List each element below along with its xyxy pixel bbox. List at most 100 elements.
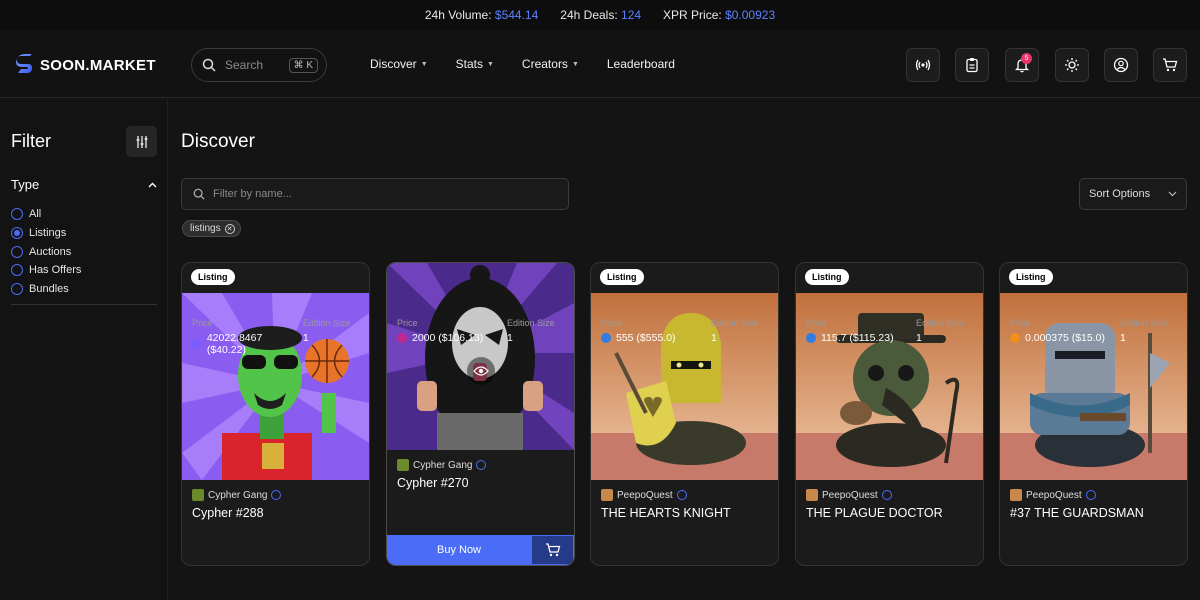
stats-ticker: 24h Volume: $544.14 24h Deals: 124 XPR P…	[0, 0, 1200, 30]
menu-stats[interactable]: Stats ▼	[456, 57, 494, 71]
nft-card[interactable]: Listing PeepoQuest THE PLAGUE DOCTOR Pri…	[795, 262, 984, 566]
type-option-bundles[interactable]: Bundles	[11, 280, 81, 299]
xpr-price-stat: XPR Price: $0.00923	[663, 8, 776, 22]
nft-card[interactable]: Cypher Gang Cypher #270 Price 2000 ($106.…	[386, 262, 575, 566]
verified-icon	[476, 460, 487, 470]
search-shortcut: ⌘ K	[288, 57, 318, 73]
radio-button	[11, 283, 23, 296]
menu-leaderboard[interactable]: Leaderboard	[607, 57, 675, 71]
nft-name[interactable]: Cypher #288	[192, 506, 359, 520]
edition-value: 1	[1120, 332, 1126, 344]
chevron-down-icon: ▼	[571, 60, 579, 68]
radio-button	[11, 245, 23, 258]
price-value: 115.7 ($115.23)	[821, 332, 894, 344]
card-meta: Price 42022.8467 ($40.22) Edition Size 1	[192, 318, 360, 356]
card-info: Cypher Gang Cypher #270	[387, 450, 574, 490]
card-info: PeepoQuest THE HEARTS KNIGHT	[591, 480, 778, 520]
menu-creators[interactable]: Creators ▼	[522, 57, 579, 71]
filter-sidebar: Filter Type All Listings Auctions Has Of…	[0, 99, 168, 600]
collection-link[interactable]: PeepoQuest	[806, 489, 973, 501]
edition-value: 1	[507, 332, 513, 344]
eye-icon	[473, 366, 489, 376]
chevron-down-icon: ▼	[486, 60, 494, 68]
verified-icon	[1085, 490, 1096, 500]
sun-icon	[1065, 58, 1079, 72]
deals-stat: 24h Deals: 124	[560, 8, 642, 22]
main-menu: Discover ▼ Stats ▼ Creators ▼ Leaderboard	[370, 57, 675, 71]
type-filter-header[interactable]: Type	[11, 177, 157, 192]
token-icon	[192, 339, 202, 349]
clipboard-icon	[966, 58, 978, 73]
collection-link[interactable]: Cypher Gang	[192, 489, 359, 501]
tag-label: listings	[190, 223, 221, 234]
theme-toggle-button[interactable]	[1055, 48, 1089, 82]
filter-settings-button[interactable]	[126, 126, 157, 157]
activity-button[interactable]	[955, 48, 989, 82]
card-meta: Price 2000 ($106.13) Edition Size 1	[397, 318, 565, 344]
collection-link[interactable]: PeepoQuest	[1010, 489, 1177, 501]
sort-label: Sort Options	[1089, 188, 1151, 200]
collection-avatar	[192, 489, 204, 501]
token-icon	[806, 333, 816, 343]
verified-icon	[676, 490, 687, 500]
card-meta: Price 0.000375 ($15.0) Edition Size 1	[1010, 318, 1178, 344]
search-box[interactable]: Search ⌘ K	[191, 48, 327, 82]
nft-name[interactable]: THE PLAGUE DOCTOR	[806, 506, 973, 520]
listing-badge: Listing	[191, 269, 235, 285]
token-icon	[601, 333, 611, 343]
type-option-has-offers[interactable]: Has Offers	[11, 261, 81, 280]
notification-count-badge: 5	[1021, 53, 1032, 64]
radio-button-selected	[11, 227, 23, 240]
nft-card[interactable]: Listing PeepoQuest #37 THE GUARDSMAN Pri…	[999, 262, 1188, 566]
top-nav: SOON.MARKET Search ⌘ K Discover ▼ Stats ▼ …	[0, 30, 1200, 98]
cart-icon	[1163, 58, 1178, 72]
notifications-button[interactable]: 5	[1005, 48, 1039, 82]
price-value: 0.000375 ($15.0)	[1025, 332, 1105, 344]
collection-link[interactable]: Cypher Gang	[397, 459, 564, 471]
price-value: 2000 ($106.13)	[412, 332, 484, 344]
nft-card[interactable]: Listing Cypher Gang Cypher #288 Price 420…	[181, 262, 370, 566]
listing-badge: Listing	[805, 269, 849, 285]
add-to-cart-button[interactable]	[531, 535, 574, 565]
search-icon	[193, 188, 205, 200]
price-value: 555 ($555.0)	[616, 332, 676, 344]
token-icon	[1010, 333, 1020, 343]
collection-avatar	[1010, 489, 1022, 501]
close-icon[interactable]: ✕	[224, 223, 235, 234]
name-filter-placeholder: Filter by name...	[213, 188, 292, 200]
nft-name[interactable]: #37 THE GUARDSMAN	[1010, 506, 1177, 520]
edition-value: 1	[916, 332, 922, 344]
sliders-icon	[136, 135, 147, 148]
volume-stat: 24h Volume: $544.14	[424, 8, 539, 22]
sort-select[interactable]: Sort Options	[1079, 178, 1187, 210]
active-filter-tag[interactable]: listings ✕	[182, 220, 241, 237]
type-option-auctions[interactable]: Auctions	[11, 242, 81, 261]
listing-badge: Listing	[600, 269, 644, 285]
card-info: PeepoQuest THE PLAGUE DOCTOR	[796, 480, 983, 520]
collection-link[interactable]: PeepoQuest	[601, 489, 768, 501]
token-icon	[397, 333, 407, 343]
menu-discover[interactable]: Discover ▼	[370, 57, 428, 71]
price-value: 42022.8467 ($40.22)	[206, 332, 263, 356]
listing-badge: Listing	[1009, 269, 1053, 285]
broadcast-icon	[915, 59, 931, 71]
account-button[interactable]	[1104, 48, 1138, 82]
name-filter-input[interactable]: Filter by name...	[181, 178, 569, 210]
cart-button[interactable]	[1153, 48, 1187, 82]
buy-actions: Buy Now	[387, 535, 574, 565]
quick-view-button[interactable]	[467, 357, 495, 385]
nft-name[interactable]: Cypher #270	[397, 476, 564, 490]
logo[interactable]: SOON.MARKET	[16, 54, 156, 76]
nft-card[interactable]: Listing PeepoQuest THE HEARTS KNIGHT Pri…	[590, 262, 779, 566]
cart-icon	[545, 543, 560, 557]
type-option-listings[interactable]: Listings	[11, 224, 81, 243]
type-option-all[interactable]: All	[11, 205, 81, 224]
live-feed-button[interactable]	[906, 48, 940, 82]
buy-now-button[interactable]: Buy Now	[387, 535, 531, 565]
edition-value: 1	[302, 332, 309, 344]
nft-name[interactable]: THE HEARTS KNIGHT	[601, 506, 768, 520]
search-icon	[202, 58, 216, 72]
filter-title: Filter	[11, 131, 51, 151]
user-icon	[1113, 57, 1129, 73]
card-info: Cypher Gang Cypher #288	[182, 480, 369, 520]
